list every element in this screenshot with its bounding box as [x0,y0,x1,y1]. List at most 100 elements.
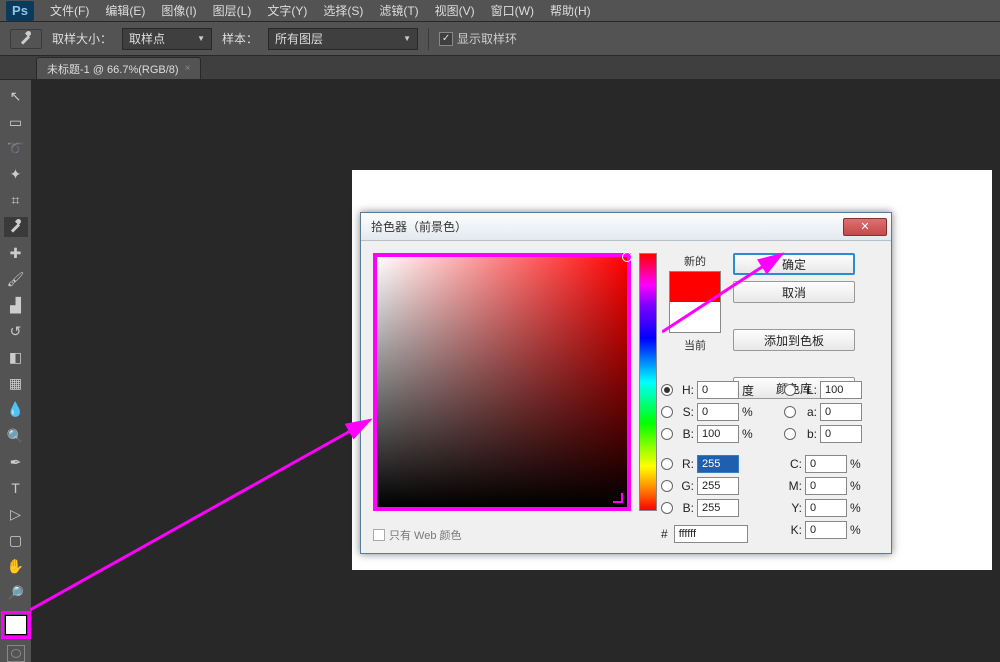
web-colors-label: 只有 Web 颜色 [389,527,462,543]
input-b[interactable]: 100 [697,425,739,443]
web-colors-row: 只有 Web 颜色 [373,527,462,543]
stamp-tool-icon[interactable]: ▟ [4,295,28,315]
document-tabbar: 未标题-1 @ 66.7%(RGB/8) × [0,56,1000,80]
dialog-title-text: 拾色器（前景色） [371,218,467,235]
radio-a[interactable] [784,406,796,418]
add-swatch-button[interactable]: 添加到色板 [733,329,855,351]
input-lab-b[interactable]: 0 [820,425,862,443]
crop-tool-icon[interactable]: ⌗ [4,191,28,211]
input-rgb-b[interactable]: 255 [697,499,739,517]
menu-select[interactable]: 选择(S) [315,2,371,19]
active-tool-eyedropper-icon[interactable] [10,29,42,49]
label-c: C: [784,457,802,471]
input-m[interactable]: 0 [805,477,847,495]
quickmask-icon[interactable] [7,645,25,662]
current-color-label: 当前 [665,337,725,353]
unit-h: 度 [742,382,760,399]
move-tool-icon[interactable]: ↖ [4,86,28,106]
input-a[interactable]: 0 [820,403,862,421]
path-tool-icon[interactable]: ▷ [4,505,28,525]
label-b: B: [676,427,694,441]
menu-file[interactable]: 文件(F) [42,2,97,19]
sample-size-dropdown[interactable]: 取样点 ▼ [122,28,212,50]
zoom-tool-icon[interactable]: 🔎 [4,583,28,603]
label-g: G: [676,479,694,493]
web-colors-checkbox[interactable] [373,529,385,541]
color-preview-swatch[interactable] [669,271,721,333]
annotation-corner-icon [613,493,623,503]
foreground-color-swatch[interactable] [5,615,27,635]
radio-g[interactable] [661,480,673,492]
radio-b[interactable] [661,428,673,440]
radio-h[interactable] [661,384,673,396]
pen-tool-icon[interactable]: ✒ [4,452,28,472]
color-field[interactable] [373,253,631,511]
label-a: a: [799,405,817,419]
lasso-tool-icon[interactable]: ➰ [4,138,28,158]
input-y[interactable]: 0 [805,499,847,517]
shape-tool-icon[interactable]: ▢ [4,531,28,551]
label-r: R: [676,457,694,471]
history-brush-tool-icon[interactable]: ↺ [4,321,28,341]
unit-s: % [742,405,760,419]
color-inputs: H:0度 S:0% B:100% R:255 G:255 B:255 L:100… [661,381,881,543]
menu-image[interactable]: 图像(I) [153,2,204,19]
color-field-cursor[interactable] [622,252,632,262]
hue-slider[interactable] [639,253,657,511]
menu-help[interactable]: 帮助(H) [542,2,599,19]
radio-s[interactable] [661,406,673,418]
toolbox: ↖ ▭ ➰ ✦ ⌗ ✚ 🖌 ▟ ↺ ◧ ▦ 💧 🔍 ✒ T ▷ ▢ ✋ 🔎 [0,80,32,662]
blur-tool-icon[interactable]: 💧 [4,400,28,420]
label-l: L: [799,383,817,397]
menu-layer[interactable]: 图层(L) [205,2,260,19]
eraser-tool-icon[interactable]: ◧ [4,348,28,368]
radio-r[interactable] [661,458,673,470]
menu-type[interactable]: 文字(Y) [259,2,315,19]
sample-label: 样本： [222,30,258,47]
label-h: H: [676,383,694,397]
menu-edit[interactable]: 编辑(E) [97,2,153,19]
wand-tool-icon[interactable]: ✦ [4,164,28,184]
hex-label: # [661,527,668,541]
brush-tool-icon[interactable]: 🖌 [4,269,28,289]
cancel-button[interactable]: 取消 [733,281,855,303]
options-bar: 取样大小： 取样点 ▼ 样本： 所有图层 ▼ 显示取样环 [0,22,1000,56]
dodge-tool-icon[interactable]: 🔍 [4,426,28,446]
radio-l[interactable] [784,384,796,396]
menu-view[interactable]: 视图(V) [427,2,483,19]
radio-b2[interactable] [661,502,673,514]
hex-input[interactable]: ffffff [674,525,748,543]
menu-window[interactable]: 窗口(W) [483,2,542,19]
input-k[interactable]: 0 [805,521,847,539]
show-sample-ring-label: 显示取样环 [457,30,517,47]
input-g[interactable]: 255 [697,477,739,495]
menu-filter[interactable]: 滤镜(T) [371,2,426,19]
unit-m: % [850,479,868,493]
eyedropper-tool-icon[interactable] [4,217,28,237]
unit-c: % [850,457,868,471]
ok-button[interactable]: 确定 [733,253,855,275]
label-k: K: [784,523,802,537]
input-c[interactable]: 0 [805,455,847,473]
label-rgb-b: B: [676,501,694,515]
unit-y: % [850,501,868,515]
document-tab[interactable]: 未标题-1 @ 66.7%(RGB/8) × [36,57,201,79]
marquee-tool-icon[interactable]: ▭ [4,112,28,132]
label-s: S: [676,405,694,419]
dialog-close-button[interactable]: ✕ [843,218,887,236]
input-h[interactable]: 0 [697,381,739,399]
sample-source-dropdown[interactable]: 所有图层 ▼ [268,28,418,50]
input-l[interactable]: 100 [820,381,862,399]
healing-tool-icon[interactable]: ✚ [4,243,28,263]
input-s[interactable]: 0 [697,403,739,421]
radio-lab-b[interactable] [784,428,796,440]
type-tool-icon[interactable]: T [4,478,28,498]
color-picker-dialog: 拾色器（前景色） ✕ 新的 当前 确定 取消 添加到色板 颜色库 H:0度 [360,212,892,554]
menubar: Ps 文件(F) 编辑(E) 图像(I) 图层(L) 文字(Y) 选择(S) 滤… [0,0,1000,22]
tab-close-icon[interactable]: × [185,63,191,74]
show-sample-ring-checkbox[interactable] [439,32,453,46]
input-r[interactable]: 255 [697,455,739,473]
gradient-tool-icon[interactable]: ▦ [4,374,28,394]
hand-tool-icon[interactable]: ✋ [4,557,28,577]
dialog-titlebar[interactable]: 拾色器（前景色） ✕ [361,213,891,241]
